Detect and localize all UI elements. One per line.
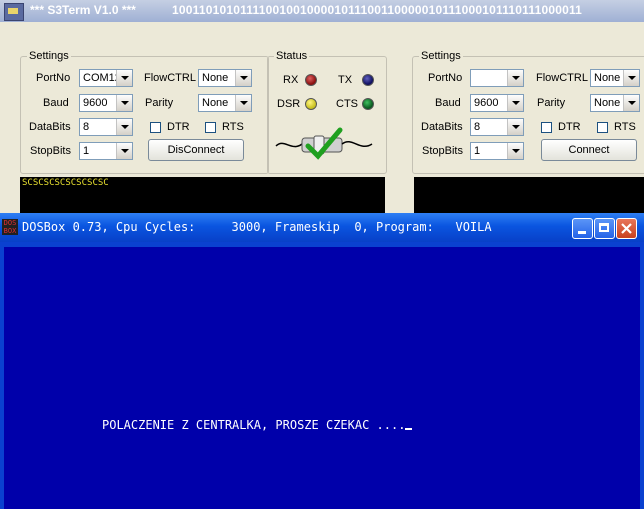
chevron-down-icon[interactable] — [235, 70, 251, 86]
flowctrl-value: None — [594, 72, 621, 84]
tx-led-icon — [362, 74, 374, 86]
databits-select[interactable]: 8 — [79, 118, 133, 136]
baud-label: Baud — [43, 97, 69, 109]
window-title: *** S3Term V1.0 *** — [30, 3, 136, 17]
chevron-down-icon[interactable] — [507, 95, 523, 111]
parity-label: Parity — [537, 97, 566, 109]
connect-button[interactable]: Connect — [541, 139, 637, 161]
flowctrl-select[interactable]: None — [590, 69, 640, 87]
app-icon — [4, 3, 24, 21]
flowctrl-value: None — [202, 72, 229, 84]
parity-value: None — [202, 97, 229, 109]
dtr-checkbox[interactable] — [150, 122, 161, 133]
maximize-icon — [599, 223, 609, 232]
baud-select[interactable]: 9600 — [470, 94, 524, 112]
baud-value: 9600 — [83, 97, 108, 109]
dsr-label: DSR — [277, 98, 301, 110]
stopbits-select[interactable]: 1 — [470, 142, 524, 160]
chevron-down-icon[interactable] — [116, 143, 132, 159]
databits-label: DataBits — [29, 121, 71, 133]
flowctrl-label: FlowCTRL — [536, 72, 588, 84]
rts-label: RTS — [614, 121, 636, 133]
databits-label: DataBits — [421, 121, 463, 133]
flowctrl-select[interactable]: None — [198, 69, 252, 87]
connection-ok-icon — [275, 127, 373, 160]
dsr-led-icon — [305, 98, 317, 110]
parity-select[interactable]: None — [198, 94, 252, 112]
parity-label: Parity — [145, 97, 174, 109]
portno-label: PortNo — [428, 72, 463, 84]
dosbox-window-title: DOSBox 0.73, Cpu Cycles: 3000, Frameskip… — [22, 220, 492, 234]
stopbits-label: StopBits — [30, 145, 71, 157]
databits-value: 8 — [83, 121, 90, 133]
maximize-button[interactable] — [594, 218, 615, 239]
portno-label: PortNo — [36, 72, 71, 84]
portno-select[interactable]: COM12 — [79, 69, 133, 87]
rx-led-icon — [305, 74, 317, 86]
chevron-down-icon[interactable] — [507, 119, 523, 135]
dosbox-status-message: POLACZENIE Z CENTRALKA, PROSZE CZEKAC ..… — [102, 418, 413, 432]
dtr-label: DTR — [558, 121, 581, 133]
baud-label: Baud — [435, 97, 461, 109]
databits-value: 8 — [474, 121, 481, 133]
terminal-text: SCSCSCSCSCSCSCSC — [22, 178, 109, 188]
dtr-checkbox[interactable] — [541, 122, 552, 133]
rts-label: RTS — [222, 121, 244, 133]
minimize-icon — [578, 231, 586, 234]
left-port-panel: Settings PortNo COM12 FlowCTRL None Baud… — [8, 44, 385, 227]
rts-checkbox[interactable] — [205, 122, 216, 133]
s3term-title-bar: *** S3Term V1.0 *** 10011010101111001001… — [0, 0, 644, 22]
status-group-label: Status — [274, 50, 310, 62]
chevron-down-icon[interactable] — [623, 95, 639, 111]
stopbits-label: StopBits — [422, 145, 463, 157]
chevron-down-icon[interactable] — [623, 70, 639, 86]
minimize-button[interactable] — [572, 218, 593, 239]
baud-select[interactable]: 9600 — [79, 94, 133, 112]
stopbits-value: 1 — [83, 145, 90, 157]
stopbits-value: 1 — [474, 145, 481, 157]
chevron-down-icon[interactable] — [507, 70, 523, 86]
parity-value: None — [594, 97, 621, 109]
databits-select[interactable]: 8 — [470, 118, 524, 136]
disconnect-button[interactable]: DisConnect — [148, 139, 244, 161]
right-port-panel: Settings PortNo FlowCTRL None Baud 9600 … — [400, 44, 644, 227]
bitstream-text: 1001101010111100100100001011100110000010… — [172, 3, 583, 17]
settings-group-label: Settings — [419, 50, 463, 62]
dosbox-message-text: POLACZENIE Z CENTRALKA, PROSZE CZEKAC ..… — [102, 418, 406, 432]
dosbox-title-bar[interactable]: DOS BOX DOSBox 0.73, Cpu Cycles: 3000, F… — [0, 213, 644, 242]
baud-value: 9600 — [474, 97, 499, 109]
cts-led-icon — [362, 98, 374, 110]
rx-label: RX — [283, 74, 299, 86]
settings-group-label: Settings — [27, 50, 71, 62]
chevron-down-icon[interactable] — [116, 95, 132, 111]
tx-label: TX — [338, 74, 353, 86]
chevron-down-icon[interactable] — [116, 70, 132, 86]
text-cursor — [405, 428, 413, 430]
parity-select[interactable]: None — [590, 94, 640, 112]
dtr-label: DTR — [167, 121, 190, 133]
stopbits-select[interactable]: 1 — [79, 142, 133, 160]
chevron-down-icon[interactable] — [116, 119, 132, 135]
dosbox-screen[interactable] — [4, 247, 640, 509]
rts-checkbox[interactable] — [597, 122, 608, 133]
close-icon — [621, 223, 632, 234]
cts-label: CTS — [336, 98, 358, 110]
close-button[interactable] — [616, 218, 637, 239]
chevron-down-icon[interactable] — [507, 143, 523, 159]
dosbox-icon: DOS BOX — [2, 219, 18, 235]
portno-value: COM12 — [83, 72, 117, 84]
flowctrl-label: FlowCTRL — [144, 72, 196, 84]
portno-select[interactable] — [470, 69, 524, 87]
chevron-down-icon[interactable] — [235, 95, 251, 111]
